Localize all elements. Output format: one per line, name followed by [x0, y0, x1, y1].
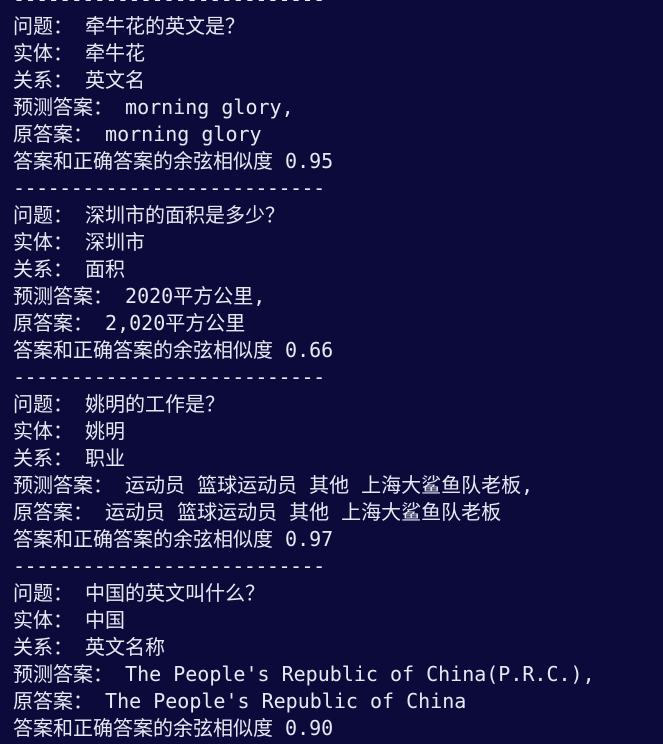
predicted-answer-line: 预测答案： 运动员 篮球运动员 其他 上海大鲨鱼队老板, [13, 473, 534, 497]
entity-line: 实体： 牵牛花 [13, 41, 146, 65]
relation-line: 关系： 英文名称 [13, 635, 166, 659]
relation-line: 关系： 职业 [13, 446, 126, 470]
predicted-answer-line: 预测答案： The People's Republic of China(P.R… [13, 662, 595, 686]
question-line: 问题： 牵牛花的英文是？ [13, 14, 246, 38]
separator-line: --------------------------- [13, 0, 663, 13]
separator-line: --------------------------- [13, 365, 325, 389]
original-answer-line: 原答案： 2,020平方公里 [13, 311, 246, 335]
entity-line: 实体： 姚明 [13, 419, 126, 443]
entity-line: 实体： 深圳市 [13, 230, 146, 254]
predicted-answer-line: 预测答案： 2020平方公里, [13, 284, 266, 308]
similarity-line: 答案和正确答案的余弦相似度 0.66 [13, 338, 334, 362]
separator-line: --------------------------- [13, 554, 325, 578]
relation-line: 关系： 面积 [13, 257, 126, 281]
question-line: 问题： 中国的英文叫什么？ [13, 581, 266, 605]
original-answer-line: 原答案： morning glory [13, 122, 262, 146]
similarity-line: 答案和正确答案的余弦相似度 0.95 [13, 149, 334, 173]
terminal-output-panel[interactable]: --------------------------- 问题： 牵牛花的英文是？… [0, 0, 663, 744]
original-answer-line: 原答案： The People's Republic of China [13, 689, 467, 713]
entity-line: 实体： 中国 [13, 608, 126, 632]
similarity-line: 答案和正确答案的余弦相似度 0.90 [13, 716, 334, 740]
terminal-text: --------------------------- 问题： 牵牛花的英文是？… [13, 0, 663, 742]
relation-line: 关系： 英文名 [13, 68, 146, 92]
question-line: 问题： 姚明的工作是？ [13, 392, 226, 416]
separator-line: --------------------------- [13, 176, 325, 200]
similarity-line: 答案和正确答案的余弦相似度 0.97 [13, 527, 334, 551]
question-line: 问题： 深圳市的面积是多少？ [13, 203, 286, 227]
original-answer-line: 原答案： 运动员 篮球运动员 其他 上海大鲨鱼队老板 [13, 500, 502, 524]
predicted-answer-line: 预测答案： morning glory, [13, 95, 294, 119]
